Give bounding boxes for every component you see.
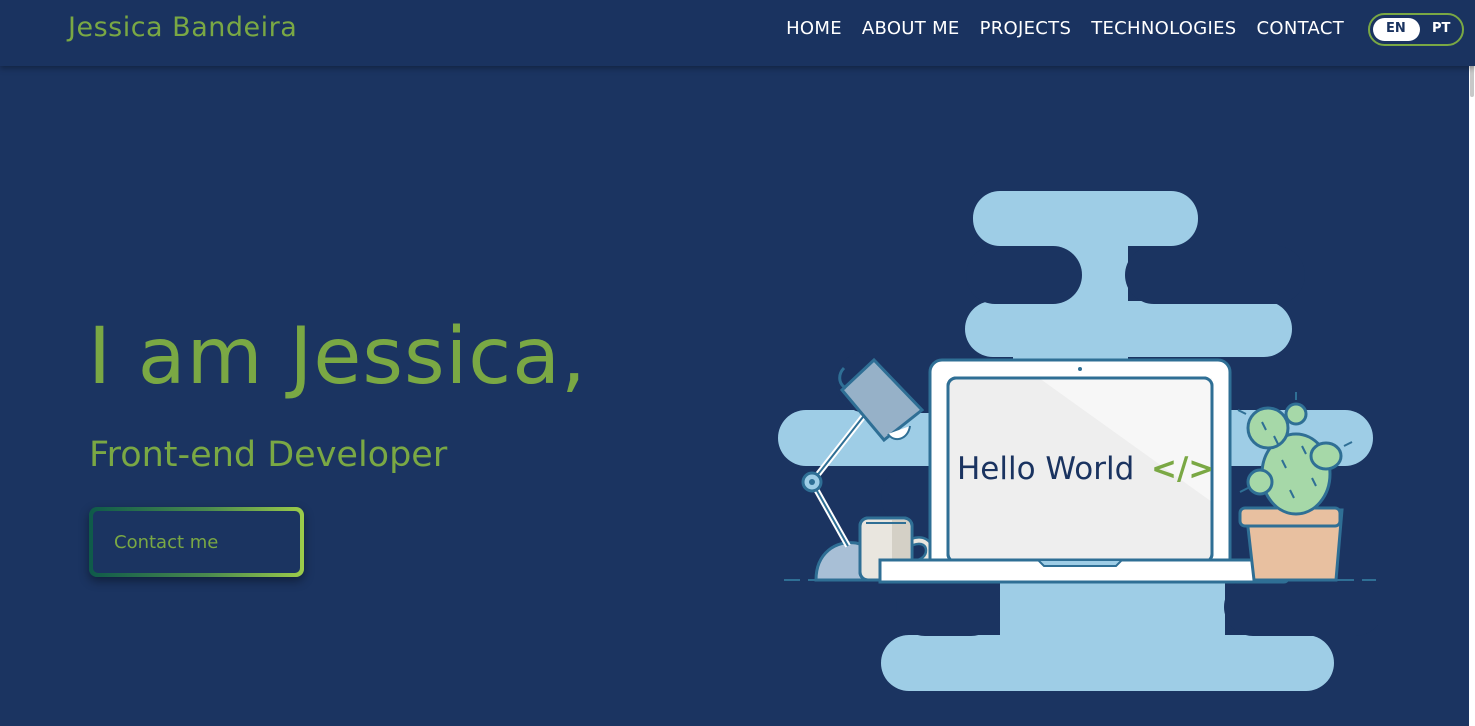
scrollbar[interactable] [1469,0,1475,726]
nav-link-home[interactable]: HOME [786,18,842,39]
nav-link-projects[interactable]: PROJECTS [980,18,1072,39]
hero-title: I am Jessica, [88,312,587,402]
contact-me-label: Contact me [114,531,219,553]
screen-hello-world-text: Hello World [957,451,1134,487]
nav-link-contact[interactable]: CONTACT [1257,18,1344,39]
nav-link-about[interactable]: ABOUT ME [862,18,960,39]
language-option-en[interactable]: EN [1386,21,1406,36]
language-option-pt[interactable]: PT [1432,21,1450,36]
nav-links: HOME ABOUT ME PROJECTS TECHNOLOGIES CONT… [786,18,1344,39]
brand-logo[interactable]: Jessica Bandeira [68,12,297,43]
contact-me-button[interactable]: Contact me [89,507,304,577]
developer-workspace-illustration: Hello World </> [778,191,1378,691]
language-toggle[interactable]: EN PT [1368,13,1464,46]
navbar: Jessica Bandeira HOME ABOUT ME PROJECTS … [0,0,1475,66]
contact-me-button-inner: Contact me [93,511,300,573]
nav-link-technologies[interactable]: TECHNOLOGIES [1091,18,1236,39]
hero-subtitle: Front-end Developer [89,435,448,475]
code-brackets-icon: </> [1151,451,1214,487]
